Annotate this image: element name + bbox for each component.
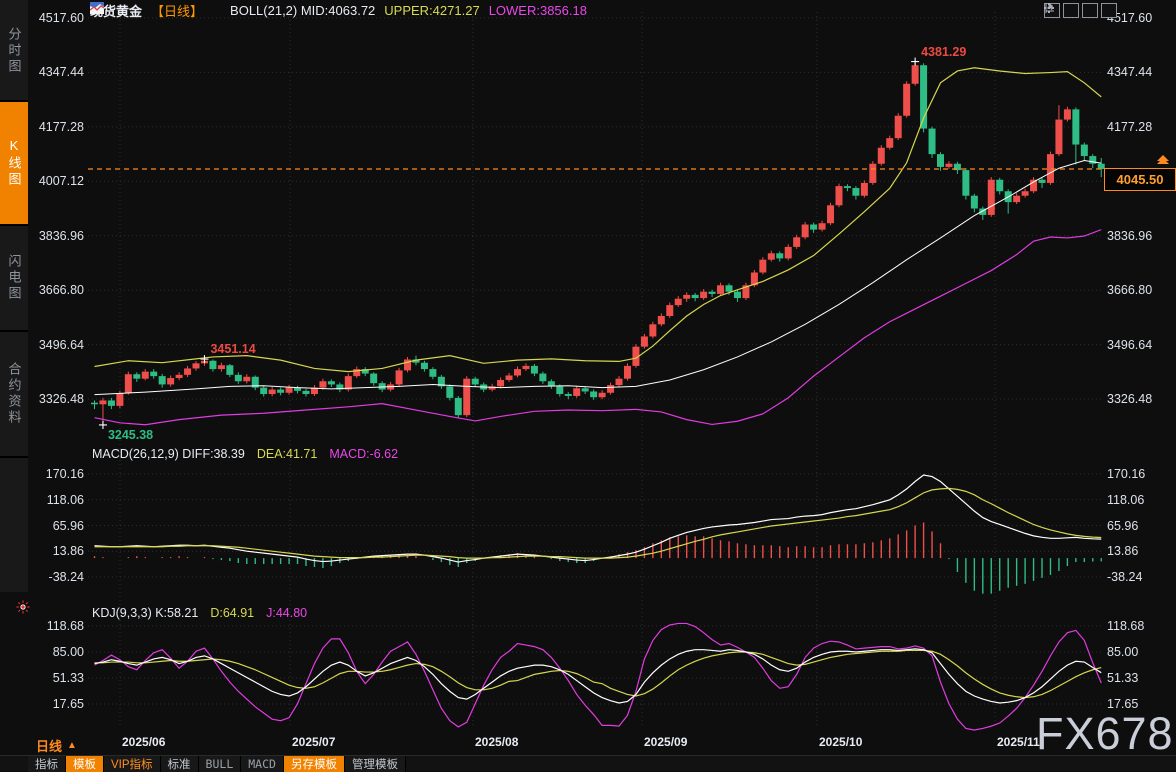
vip-indicator-button[interactable]: VIP指标	[104, 756, 161, 772]
sidebar-tab-flash-chart[interactable]: 闪电图	[0, 226, 28, 332]
manage-template-button[interactable]: 管理模板	[345, 756, 406, 772]
chart-toolbar-icons	[1044, 3, 1117, 18]
y-axis-label: 3326.48	[1107, 392, 1176, 406]
y-axis-label: -38.24	[1107, 570, 1176, 584]
axis-compress-right-icon[interactable]	[1082, 3, 1098, 18]
y-axis-label: 170.16	[1107, 467, 1176, 481]
chart-canvas[interactable]	[0, 0, 1176, 771]
price-annotation: 3245.38	[108, 428, 153, 442]
x-axis-label: 2025/08	[475, 735, 518, 749]
price-annotation: 4381.29	[921, 45, 966, 59]
last-price-tag: 4045.50	[1104, 168, 1176, 191]
y-axis-label: 51.33	[0, 671, 84, 685]
macd-dea-label: DEA:41.71	[257, 447, 317, 461]
save-template-button[interactable]: 另存模板	[284, 756, 345, 772]
period-tag[interactable]: 【日线】	[151, 1, 203, 20]
price-annotation: 3451.14	[210, 342, 255, 356]
template-button[interactable]: 模板	[66, 756, 104, 772]
y-axis-label: 13.86	[1107, 544, 1176, 558]
boll-mid-readout: BOLL(21,2) MID:4063.72	[230, 3, 375, 18]
macd-label: MACD(26,12,9) DIFF:38.39	[92, 447, 245, 461]
y-axis-label: 118.68	[1107, 619, 1176, 633]
macd-readout-row: MACD(26,12,9) DIFF:38.39 DEA:41.71 MACD:…	[92, 447, 398, 461]
boll-lower-readout: LOWER:3856.18	[489, 3, 587, 18]
chart-header: 现货黄金 【日线】 BOLL(21,2) MID:4063.72 UPPER:4…	[90, 2, 587, 19]
y-axis-label: 17.65	[0, 697, 84, 711]
x-axis-label: 2025/11	[997, 735, 1040, 749]
standard-button[interactable]: 标准	[161, 756, 199, 772]
shift-right-icon[interactable]	[1101, 3, 1117, 18]
macd-button[interactable]: MACD	[241, 756, 284, 772]
x-axis-label: 2025/07	[292, 735, 335, 749]
sidebar-tab-time-chart[interactable]: 分时图	[0, 2, 28, 102]
kdj-d-label: D:64.91	[210, 606, 254, 620]
macd-macd-label: MACD:-6.62	[329, 447, 398, 461]
watermark: FX678	[1036, 708, 1174, 760]
period-up-arrow-icon: ▲	[67, 740, 77, 751]
x-axis-label: 2025/10	[819, 735, 862, 749]
axis-compress-left-icon[interactable]	[1063, 3, 1079, 18]
y-axis-label: 65.96	[1107, 519, 1176, 533]
boll-upper-readout: UPPER:4271.27	[384, 3, 479, 18]
bottom-toolbar: 指标模板VIP指标标准BULLMACD另存模板管理模板	[0, 755, 1176, 771]
kdj-readout-row: KDJ(9,3,3) K:58.21 D:64.91 J:44.80	[92, 606, 307, 620]
trading-app: 现货黄金 【日线】 BOLL(21,2) MID:4063.72 UPPER:4…	[0, 0, 1176, 771]
kdj-k-label: KDJ(9,3,3) K:58.21	[92, 606, 198, 620]
period-label: 日线	[36, 736, 62, 755]
period-selector[interactable]: 日线 ▲	[36, 736, 77, 755]
y-axis-label: 3496.64	[1107, 338, 1176, 352]
sidebar-tab-contract-info[interactable]: 合约资料	[0, 332, 28, 458]
x-axis-label: 2025/09	[644, 735, 687, 749]
indicator-button[interactable]: 指标	[28, 756, 66, 772]
bull-button[interactable]: BULL	[199, 756, 242, 772]
y-axis-label: 4517.60	[1107, 11, 1176, 25]
x-axis-label: 2025/06	[122, 735, 165, 749]
y-axis-label: 85.00	[1107, 645, 1176, 659]
y-axis-label: 51.33	[1107, 671, 1176, 685]
y-axis-label: 118.06	[1107, 493, 1176, 507]
y-axis-label: 3836.96	[1107, 229, 1176, 243]
left-sidebar: 分时图K线图闪电图合约资料	[0, 0, 28, 592]
y-axis-label: 4347.44	[1107, 65, 1176, 79]
kdj-j-label: J:44.80	[266, 606, 307, 620]
sidebar-tab-kline[interactable]: K线图	[0, 102, 28, 226]
y-axis-label: 3666.80	[1107, 283, 1176, 297]
y-axis-label: 85.00	[0, 645, 84, 659]
y-axis-label: 4177.28	[1107, 120, 1176, 134]
y-axis-label: 118.68	[0, 619, 84, 633]
